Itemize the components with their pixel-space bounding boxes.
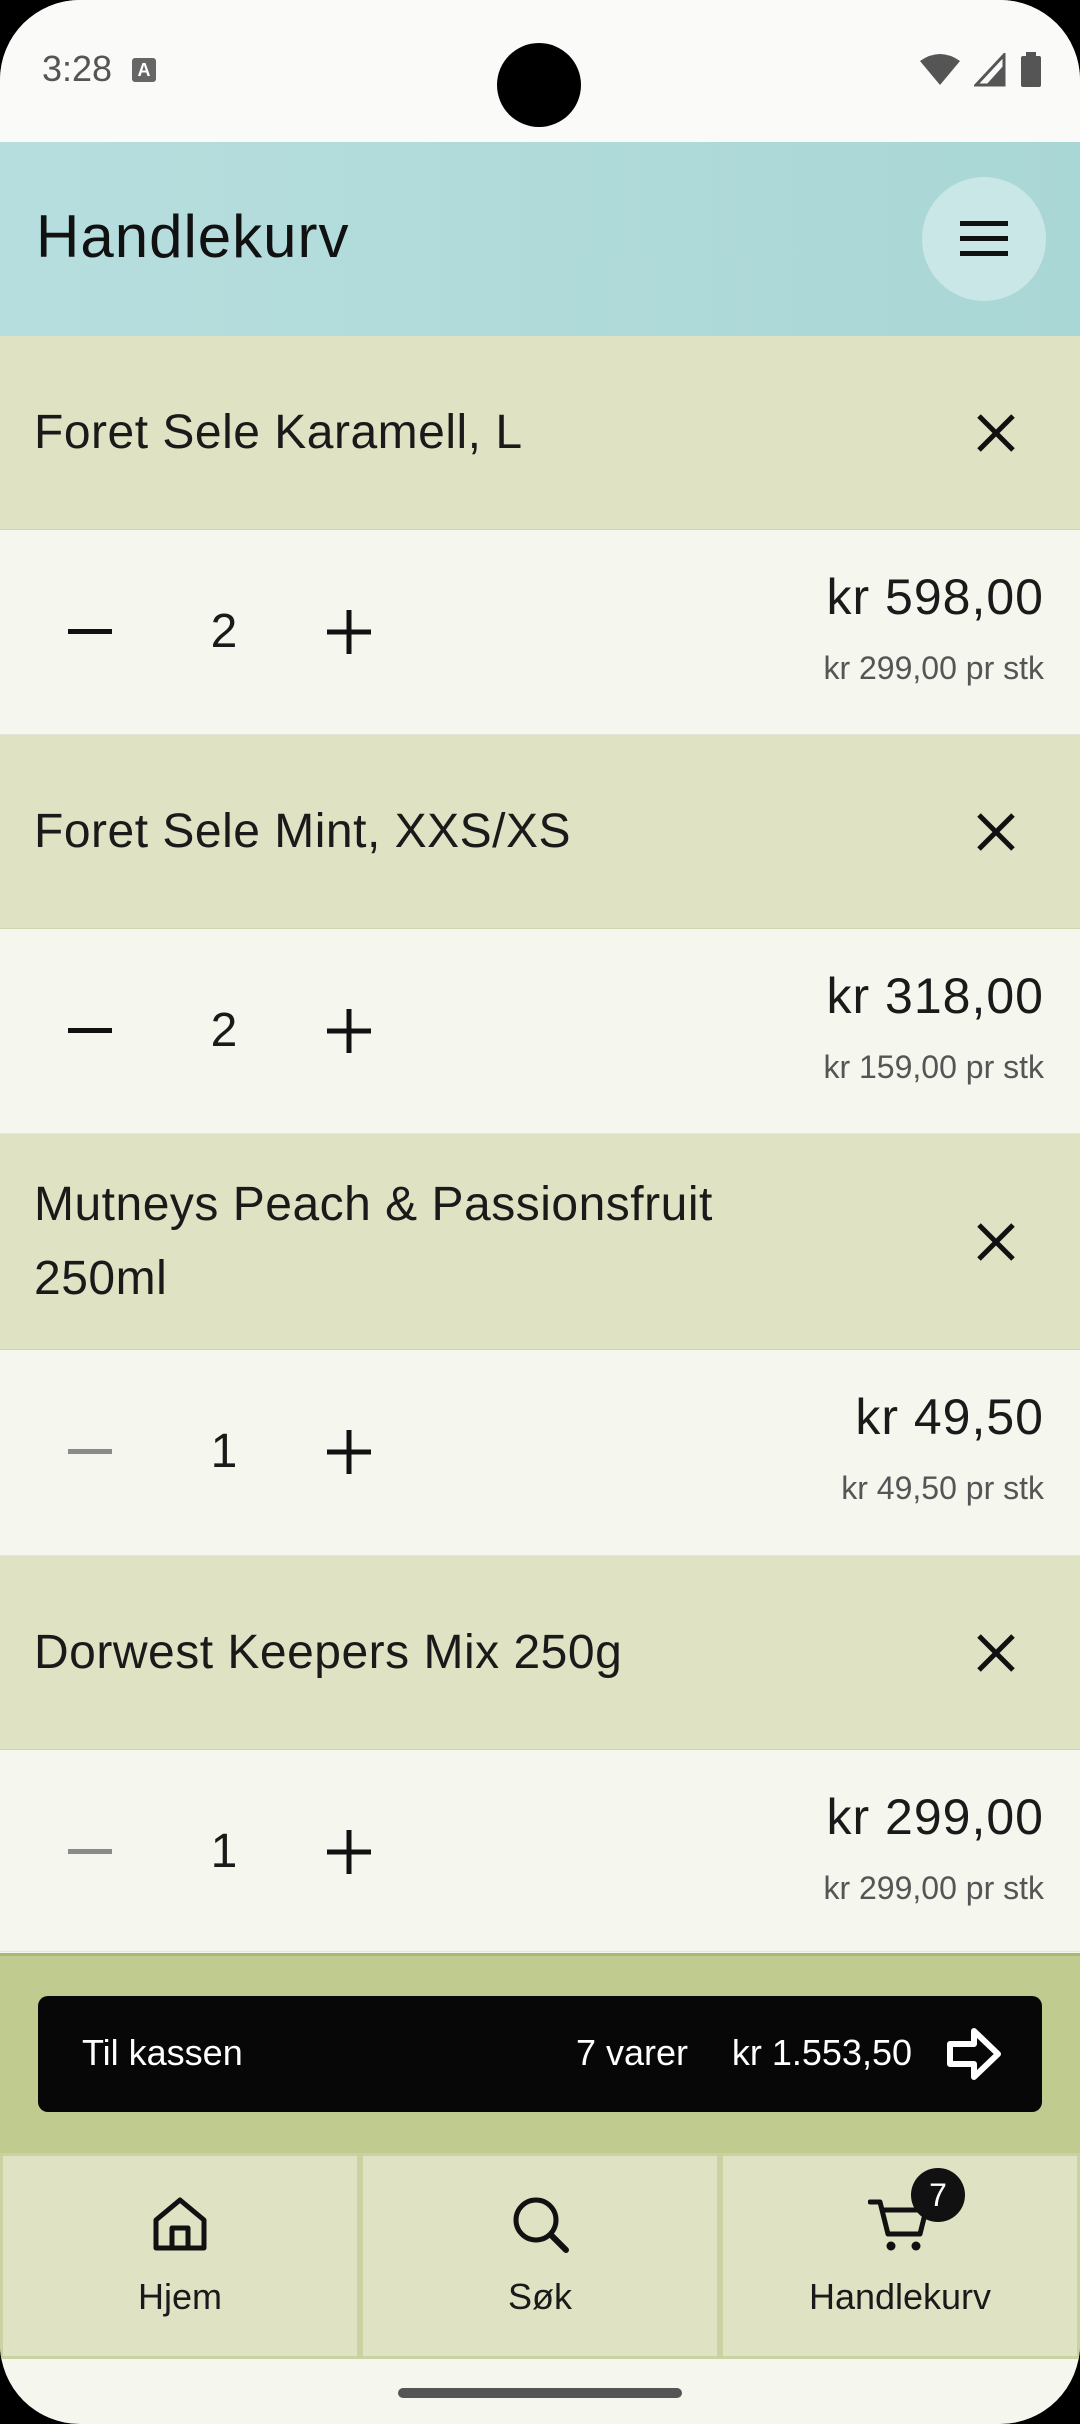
item-name: Mutneys Peach & Passionsfruit 250ml [34, 1177, 713, 1305]
signal-icon [974, 53, 1006, 87]
decrease-quantity-button[interactable] [66, 1007, 114, 1055]
item-unit-price: kr 49,50 pr stk [841, 1470, 1044, 1506]
quantity-value: 1 [210, 1425, 238, 1478]
status-bar: 3:28 A [0, 0, 1080, 142]
quantity-value: 2 [210, 605, 238, 658]
page-title: Handlekurv [36, 203, 350, 270]
plus-icon [327, 1430, 371, 1474]
close-icon [977, 812, 1015, 851]
item-name: Dorwest Keepers Mix 250g [34, 1625, 623, 1679]
plus-icon [327, 1009, 371, 1053]
checkout-label: Til kassen [82, 2032, 243, 2073]
decrease-quantity-button[interactable] [66, 608, 114, 656]
plus-icon [327, 610, 371, 654]
cart-item-header: Foret Sele Mint, XXS/XS [0, 735, 1080, 929]
nav-item-cart[interactable]: 7 Handlekurv [720, 2153, 1080, 2359]
cart-item-body: 1 kr 49,50 kr 49,50 pr stk [0, 1350, 1080, 1556]
minus-icon [68, 1449, 112, 1454]
checkout-button[interactable]: Til kassen 7 varer kr 1.553,50 [38, 1996, 1042, 2112]
cart-list: Foret Sele Karamell, L 2 kr 598,00 kr 29… [0, 336, 1080, 1952]
cart-item-header: Foret Sele Karamell, L [0, 336, 1080, 530]
search-icon [513, 2197, 569, 2253]
hamburger-menu-icon [960, 221, 1008, 256]
camera-cutout [497, 43, 581, 127]
item-total-price: kr 299,00 [826, 1789, 1044, 1845]
quantity-value: 2 [210, 1004, 238, 1057]
checkout-total: kr 1.553,50 [731, 2032, 912, 2073]
remove-item-button[interactable] [972, 409, 1020, 457]
item-name: Foret Sele Karamell, L [34, 405, 523, 459]
close-icon [977, 413, 1015, 452]
arrow-right-icon [947, 2028, 1001, 2080]
item-total-price: kr 49,50 [855, 1389, 1044, 1445]
item-unit-price: kr 299,00 pr stk [823, 650, 1044, 686]
increase-quantity-button[interactable] [325, 1828, 373, 1876]
cart-count-badge: 7 [911, 2168, 965, 2222]
menu-button[interactable] [922, 177, 1046, 301]
increase-quantity-button[interactable] [325, 1428, 373, 1476]
quantity-value: 1 [210, 1825, 238, 1878]
plus-icon [327, 1830, 371, 1874]
nav-label-home: Hjem [137, 2276, 222, 2317]
status-icons [920, 52, 1042, 88]
app-bar: Handlekurv [0, 142, 1080, 336]
cart-item-body: 1 kr 299,00 kr 299,00 pr stk [0, 1750, 1080, 1952]
nav-item-search[interactable]: Søk [360, 2153, 720, 2359]
remove-item-button[interactable] [972, 1629, 1020, 1677]
nav-label-cart: Handlekurv [808, 2276, 992, 2317]
item-name: Foret Sele Mint, XXS/XS [34, 804, 572, 858]
checkout-area: Til kassen 7 varer kr 1.553,50 [0, 1953, 1080, 2153]
minus-icon [68, 1028, 112, 1033]
cart-item-header: Mutneys Peach & Passionsfruit 250ml [0, 1134, 1080, 1350]
cart-item-body: 2 kr 318,00 kr 159,00 pr stk [0, 929, 1080, 1134]
checkout-item-count: 7 varer [575, 2032, 688, 2073]
home-icon [153, 2197, 207, 2251]
increase-quantity-button[interactable] [325, 608, 373, 656]
remove-item-button[interactable] [972, 1218, 1020, 1266]
minus-icon [68, 1849, 112, 1854]
item-unit-price: kr 159,00 pr stk [823, 1049, 1044, 1085]
gesture-bar[interactable] [398, 2388, 682, 2398]
close-icon [977, 1633, 1015, 1672]
cart-item-body: 2 kr 598,00 kr 299,00 pr stk [0, 530, 1080, 735]
decrease-quantity-button[interactable] [66, 1428, 114, 1476]
close-icon [977, 1222, 1015, 1261]
remove-item-button[interactable] [972, 808, 1020, 856]
decrease-quantity-button[interactable] [66, 1828, 114, 1876]
item-unit-price: kr 299,00 pr stk [823, 1870, 1044, 1906]
minus-icon [68, 629, 112, 634]
nav-item-home[interactable]: Hjem [0, 2153, 360, 2359]
notification-icon: A [132, 58, 156, 82]
increase-quantity-button[interactable] [325, 1007, 373, 1055]
nav-label-search: Søk [507, 2276, 572, 2317]
cart-item-header: Dorwest Keepers Mix 250g [0, 1556, 1080, 1750]
status-time: 3:28 [42, 48, 113, 89]
bottom-navigation: Hjem Søk 7 Handlekurv [0, 2153, 1080, 2359]
item-total-price: kr 598,00 [826, 569, 1044, 625]
screen: 3:28 A Handlekurv Foret Sele Karamell, L [0, 0, 1080, 2424]
item-total-price: kr 318,00 [826, 968, 1044, 1024]
wifi-icon [920, 54, 960, 85]
battery-icon [1021, 52, 1041, 87]
